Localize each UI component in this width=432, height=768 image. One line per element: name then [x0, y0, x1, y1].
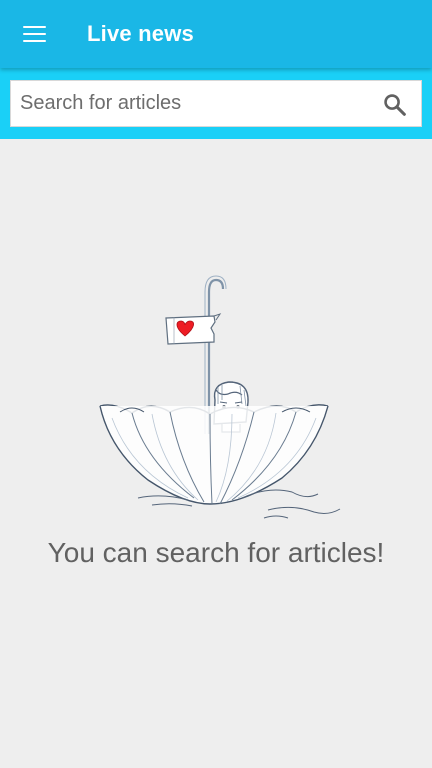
search-icon: [384, 94, 406, 116]
app-screen: Live news Search for articles You can se…: [0, 0, 432, 768]
menu-button[interactable]: [12, 14, 56, 54]
hamburger-menu-icon: [22, 25, 46, 43]
search-button[interactable]: [381, 91, 409, 119]
search-bar-container: [0, 68, 432, 139]
girl-in-umbrella-boat-illustration: [99, 275, 341, 519]
app-title: Live news: [87, 21, 194, 46]
app-bar: Live news: [0, 0, 432, 68]
search-box: [10, 80, 422, 127]
umbrella-boat: [99, 404, 329, 505]
empty-state-message: You can search for articles!: [47, 537, 385, 568]
heart-flag-icon: [165, 313, 222, 345]
search-input[interactable]: [11, 81, 370, 126]
